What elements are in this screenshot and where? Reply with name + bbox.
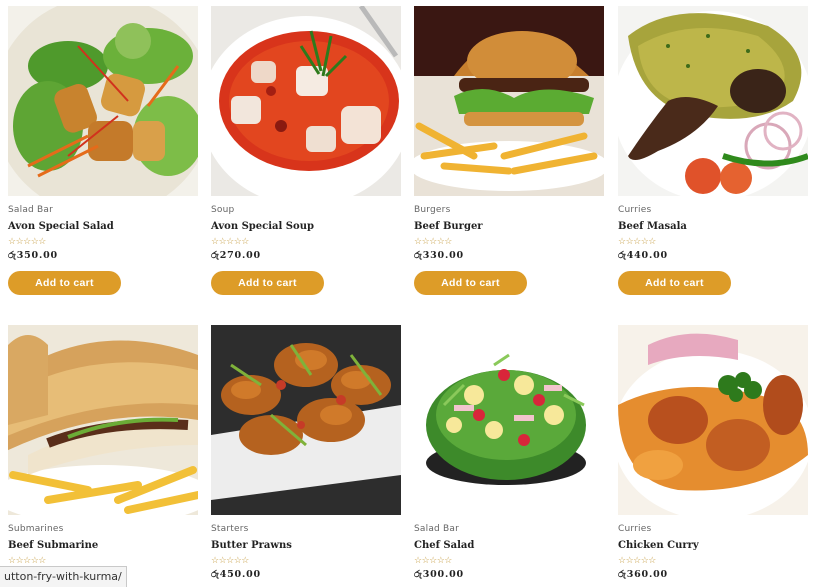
product-name[interactable]: Chicken Curry (618, 540, 699, 551)
add-to-cart-button[interactable]: Add to cart (8, 271, 121, 295)
product-price: රු450.00 (211, 569, 261, 580)
burger-image-icon[interactable] (414, 6, 604, 196)
product-price: රු330.00 (414, 250, 464, 261)
rating-stars-icon: ☆☆☆☆☆ (211, 555, 249, 565)
product-grid: Salad Bar Avon Special Salad ☆☆☆☆☆ රු350… (0, 0, 820, 586)
rating-stars-icon: ☆☆☆☆☆ (8, 555, 46, 565)
product-name[interactable]: Beef Submarine (8, 540, 98, 551)
rating-stars-icon: ☆☆☆☆☆ (618, 555, 656, 565)
chef-salad-image-icon[interactable] (414, 325, 604, 515)
product-category: Soup (211, 205, 235, 215)
rating-stars-icon: ☆☆☆☆☆ (8, 236, 46, 246)
product-name[interactable]: Beef Masala (618, 221, 687, 232)
product-category: Burgers (414, 205, 451, 215)
product-price: රු350.00 (8, 250, 58, 261)
product-price: රු270.00 (211, 250, 261, 261)
submarine-image-icon[interactable] (8, 325, 198, 515)
soup-image-icon[interactable] (211, 6, 401, 196)
add-to-cart-button[interactable]: Add to cart (414, 271, 527, 295)
product-price: රු440.00 (618, 250, 668, 261)
product-price: රු300.00 (414, 569, 464, 580)
status-bar-url: utton-fry-with-kurma/ (0, 566, 127, 587)
product-category: Starters (211, 524, 249, 534)
prawns-image-icon[interactable] (211, 325, 401, 515)
product-category: Curries (618, 524, 652, 534)
product-name[interactable]: Chef Salad (414, 540, 474, 551)
product-name[interactable]: Avon Special Salad (8, 221, 114, 232)
masala-image-icon[interactable] (618, 6, 808, 196)
rating-stars-icon: ☆☆☆☆☆ (414, 236, 452, 246)
product-category: Salad Bar (414, 524, 460, 534)
product-price: රු360.00 (618, 569, 668, 580)
product-category: Salad Bar (8, 205, 54, 215)
add-to-cart-button[interactable]: Add to cart (211, 271, 324, 295)
curry-image-icon[interactable] (618, 325, 808, 515)
product-name[interactable]: Butter Prawns (211, 540, 292, 551)
rating-stars-icon: ☆☆☆☆☆ (414, 555, 452, 565)
product-name[interactable]: Avon Special Soup (211, 221, 314, 232)
rating-stars-icon: ☆☆☆☆☆ (211, 236, 249, 246)
rating-stars-icon: ☆☆☆☆☆ (618, 236, 656, 246)
product-category: Curries (618, 205, 652, 215)
product-name[interactable]: Beef Burger (414, 221, 483, 232)
product-category: Submarines (8, 524, 64, 534)
add-to-cart-button[interactable]: Add to cart (618, 271, 731, 295)
salad-image-icon[interactable] (8, 6, 198, 196)
